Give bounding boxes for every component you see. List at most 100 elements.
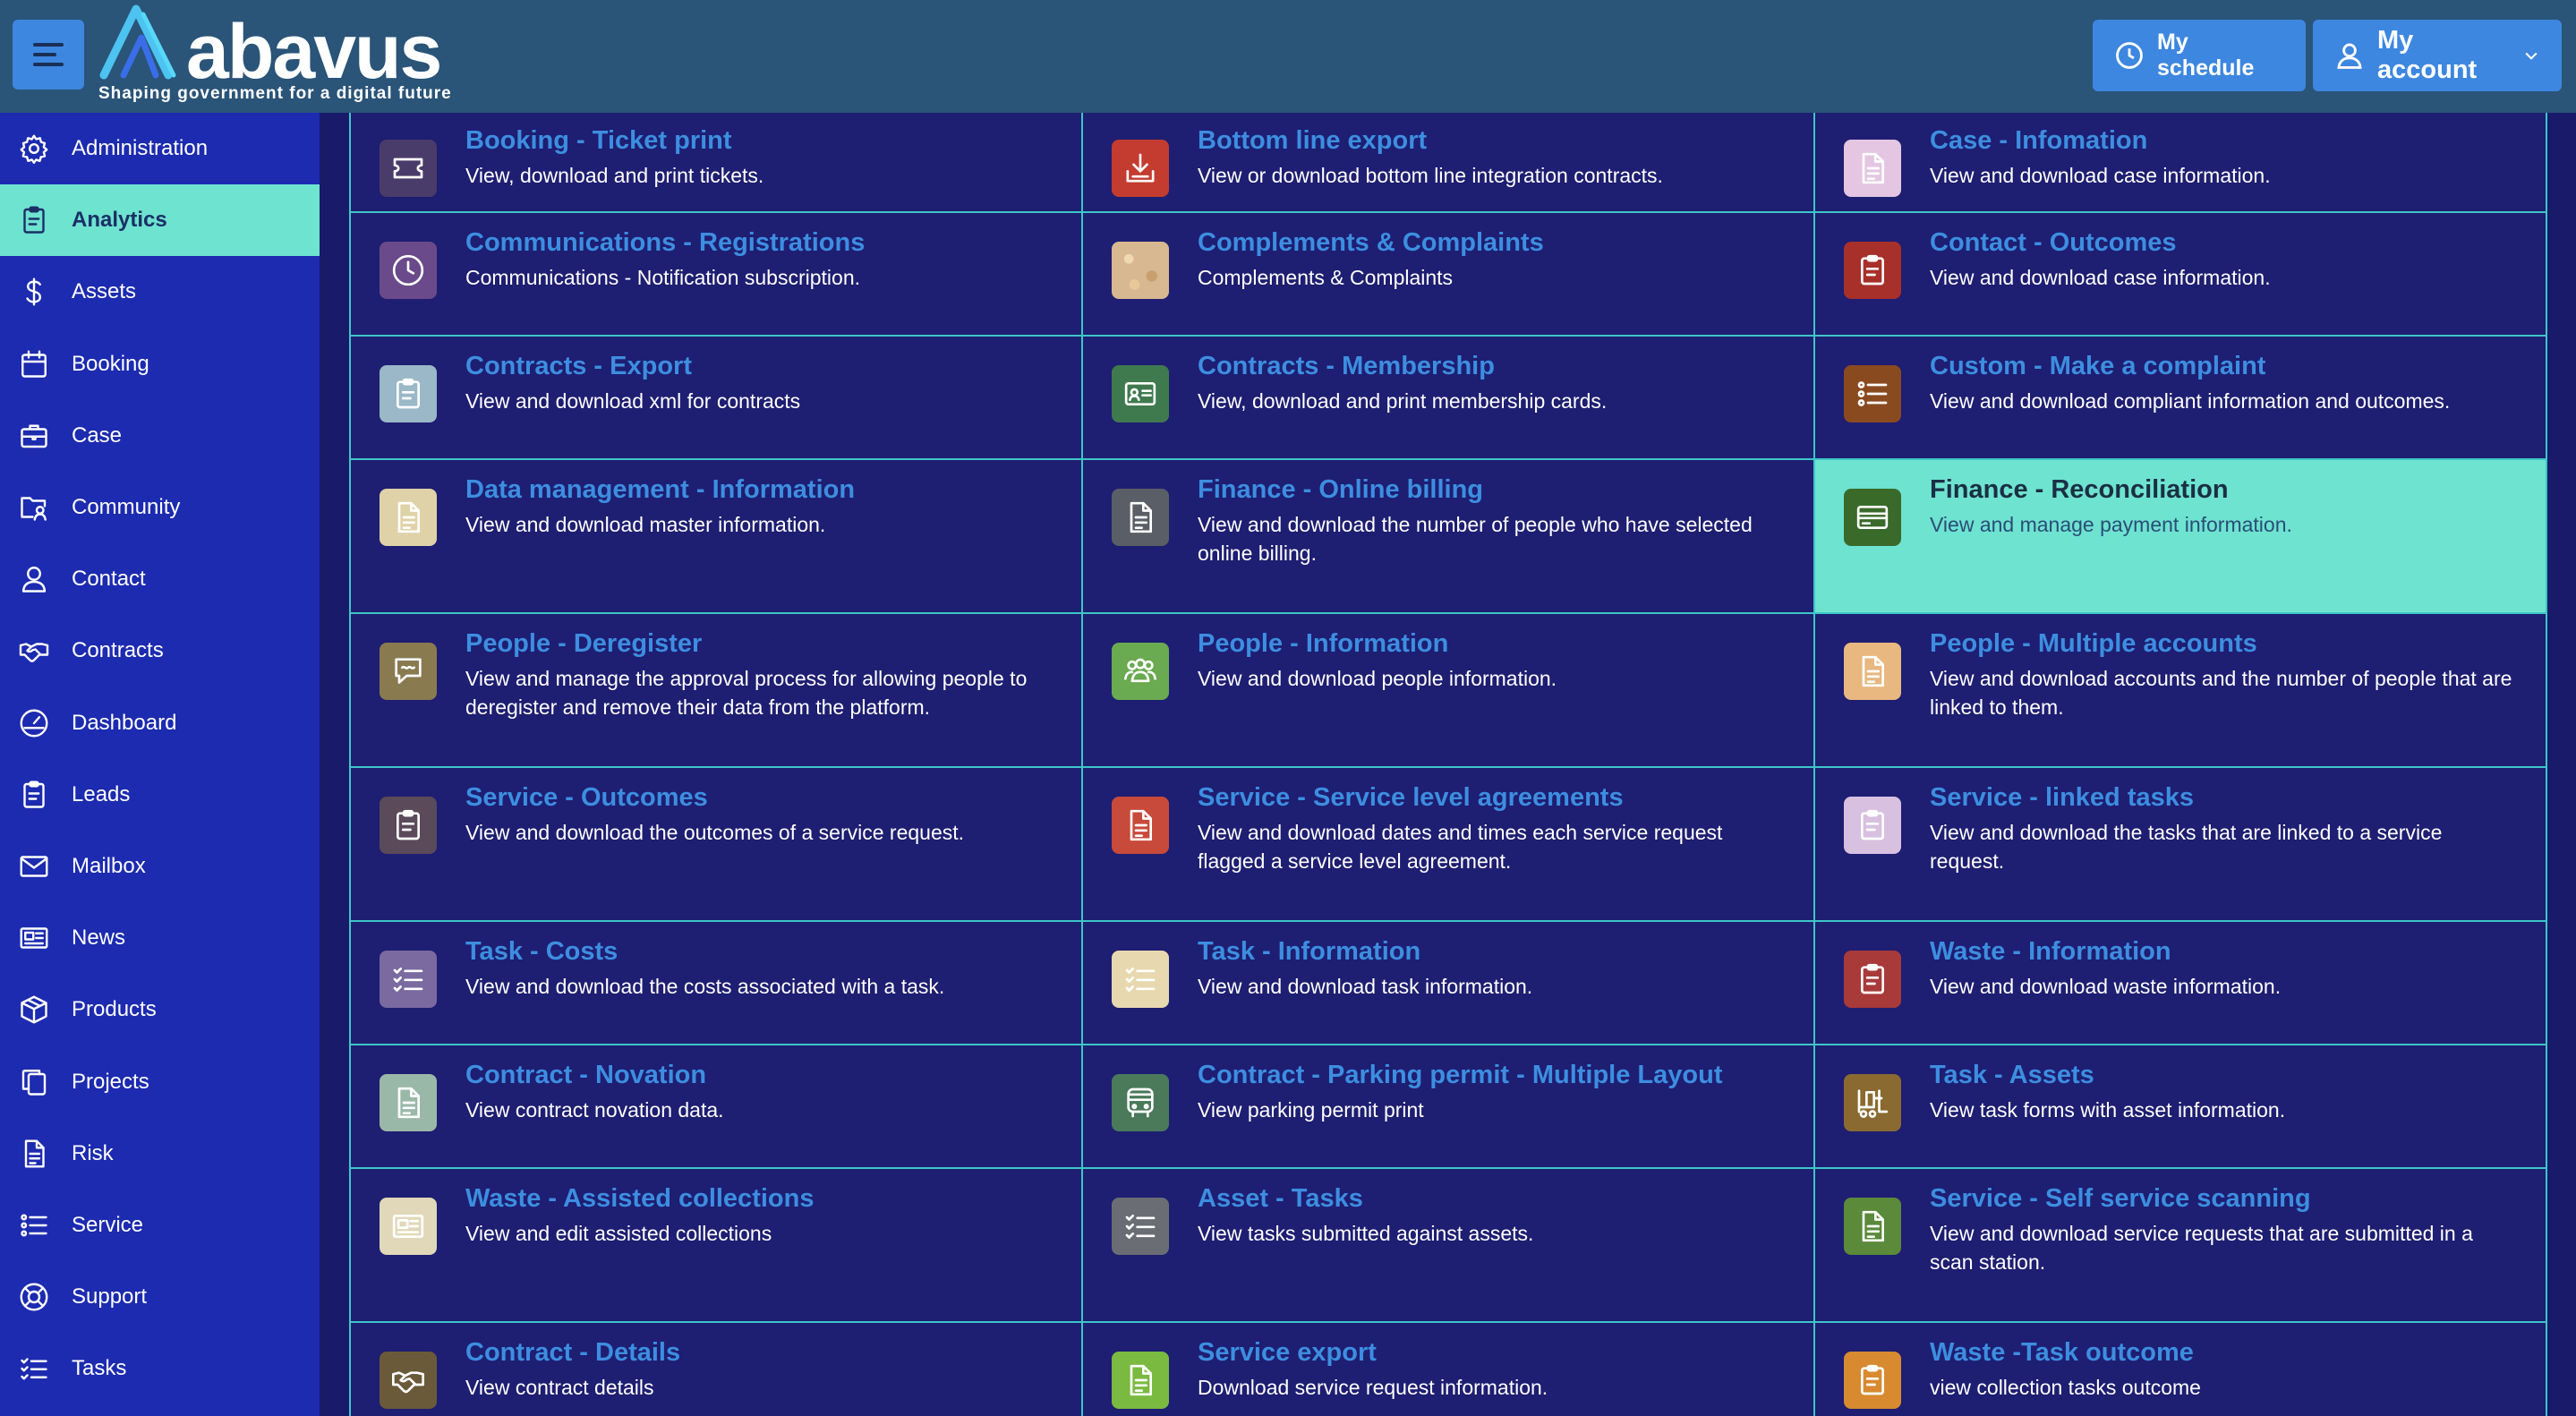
report-card-title[interactable]: Custom - Make a complaint bbox=[1930, 347, 2519, 385]
report-card-title[interactable]: Bottom line export bbox=[1198, 122, 1787, 159]
report-card-finance-online-billing[interactable]: Finance - Online billing View and downloa… bbox=[1081, 458, 1815, 614]
report-card-task-assets[interactable]: Task - Assets View task forms with asset … bbox=[1813, 1044, 2547, 1169]
report-card-complements-and-complaints[interactable]: Complements & Complaints Complements & Co… bbox=[1081, 211, 1815, 337]
report-card-title[interactable]: Finance - Reconciliation bbox=[1930, 471, 2519, 508]
report-card-title[interactable]: Data management - Information bbox=[465, 471, 1054, 508]
report-card-contracts-export[interactable]: Contracts - Export View and download xml … bbox=[349, 335, 1083, 460]
report-card-communications-registrations[interactable]: Communications - Registrations Communicat… bbox=[349, 211, 1083, 337]
clipboard-icon bbox=[380, 797, 437, 854]
report-card-description: View task forms with asset information. bbox=[1930, 1098, 2286, 1122]
report-card-title[interactable]: Task - Information bbox=[1198, 933, 1787, 970]
report-card-contact-outcomes[interactable]: Contact - Outcomes View and download case… bbox=[1813, 211, 2547, 337]
clipboard-icon bbox=[1844, 951, 1901, 1008]
menu-toggle-button[interactable] bbox=[13, 20, 84, 90]
sidebar-item-projects[interactable]: Projects bbox=[0, 1046, 320, 1118]
sidebar-item-news[interactable]: News bbox=[0, 902, 320, 974]
report-card-title[interactable]: Contracts - Export bbox=[465, 347, 1054, 385]
report-card-service-self-service-scanning[interactable]: Service - Self service scanning View and … bbox=[1813, 1167, 2547, 1323]
report-card-title[interactable]: Complements & Complaints bbox=[1198, 224, 1787, 261]
report-card-title[interactable]: Service - Service level agreements bbox=[1198, 779, 1787, 816]
report-card-title[interactable]: Task - Assets bbox=[1930, 1056, 2519, 1094]
sidebar-item-contact[interactable]: Contact bbox=[0, 543, 320, 615]
sidebar-item-assets[interactable]: Assets bbox=[0, 256, 320, 328]
sidebar-item-products[interactable]: Products bbox=[0, 974, 320, 1045]
report-card-task-information[interactable]: Task - Information View and download task… bbox=[1081, 920, 1815, 1045]
sidebar-item-dashboard[interactable]: Dashboard bbox=[0, 687, 320, 759]
sidebar-item-leads[interactable]: Leads bbox=[0, 759, 320, 831]
report-card-title[interactable]: Waste - Assisted collections bbox=[465, 1180, 1054, 1217]
report-card-title[interactable]: Service - Outcomes bbox=[465, 779, 1054, 816]
report-card-title[interactable]: Service - linked tasks bbox=[1930, 779, 2519, 816]
report-card-people-deregister[interactable]: People - Deregister View and manage the a… bbox=[349, 612, 1083, 768]
report-card-title[interactable]: Asset - Tasks bbox=[1198, 1180, 1787, 1217]
report-card-title[interactable]: Booking - Ticket print bbox=[465, 122, 1054, 159]
envelope-icon bbox=[18, 850, 50, 883]
report-card-title[interactable]: Contact - Outcomes bbox=[1930, 224, 2519, 261]
sidebar-item-label: Assets bbox=[72, 279, 137, 304]
handshake-icon bbox=[380, 1352, 437, 1409]
report-card-title[interactable]: Communications - Registrations bbox=[465, 224, 1054, 261]
report-card-data-management-information[interactable]: Data management - Information View and do… bbox=[349, 458, 1083, 614]
document-icon bbox=[1112, 797, 1169, 854]
report-card-service-service-level-agreements[interactable]: Service - Service level agreements View a… bbox=[1081, 766, 1815, 922]
report-card-bottom-line-export[interactable]: Bottom line export View or download botto… bbox=[1081, 113, 1815, 213]
report-card-title[interactable]: Waste - Information bbox=[1930, 933, 2519, 970]
report-card-title[interactable]: People - Multiple accounts bbox=[1930, 625, 2519, 662]
report-card-description: View and download people information. bbox=[1198, 667, 1557, 690]
report-card-title[interactable]: Contract - Details bbox=[465, 1334, 1054, 1371]
my-schedule-button[interactable]: My schedule bbox=[2093, 20, 2306, 91]
report-card-title[interactable]: People - Information bbox=[1198, 625, 1787, 662]
report-card-waste-assisted-collections[interactable]: Waste - Assisted collections View and edi… bbox=[349, 1167, 1083, 1323]
sidebar-item-label: Administration bbox=[72, 136, 209, 160]
report-card-contract-novation[interactable]: Contract - Novation View contract novatio… bbox=[349, 1044, 1083, 1169]
report-card-service-export[interactable]: Service export Download service request i… bbox=[1081, 1321, 1815, 1416]
report-card-finance-reconciliation[interactable]: Finance - Reconciliation View and manage … bbox=[1813, 458, 2547, 614]
report-card-title[interactable]: Contracts - Membership bbox=[1198, 347, 1787, 385]
report-card-contracts-membership[interactable]: Contracts - Membership View, download and… bbox=[1081, 335, 1815, 460]
report-card-title[interactable]: Service export bbox=[1198, 1334, 1787, 1371]
list-icon bbox=[18, 1209, 50, 1241]
sidebar-item-booking[interactable]: Booking bbox=[0, 328, 320, 400]
report-card-title[interactable]: People - Deregister bbox=[465, 625, 1054, 662]
report-card-people-information[interactable]: People - Information View and download pe… bbox=[1081, 612, 1815, 768]
report-card-title[interactable]: Service - Self service scanning bbox=[1930, 1180, 2519, 1217]
report-card-waste-information[interactable]: Waste - Information View and download was… bbox=[1813, 920, 2547, 1045]
report-card-title[interactable]: Waste -Task outcome bbox=[1930, 1334, 2519, 1371]
report-card-service-linked-tasks[interactable]: Service - linked tasks View and download … bbox=[1813, 766, 2547, 922]
report-card-custom-make-a-complaint[interactable]: Custom - Make a complaint View and downlo… bbox=[1813, 335, 2547, 460]
report-card-case-infomation[interactable]: Case - Infomation View and download case … bbox=[1813, 113, 2547, 213]
sidebar-item-contracts[interactable]: Contracts bbox=[0, 615, 320, 687]
report-card-booking-ticket-print[interactable]: Booking - Ticket print View, download and… bbox=[349, 113, 1083, 213]
report-card-task-costs[interactable]: Task - Costs View and download the costs … bbox=[349, 920, 1083, 1045]
download-icon bbox=[1112, 140, 1169, 197]
report-card-title[interactable]: Contract - Novation bbox=[465, 1056, 1054, 1094]
my-account-button[interactable]: My account bbox=[2313, 20, 2562, 91]
sidebar-item-administration[interactable]: Administration bbox=[0, 113, 320, 184]
sidebar-item-service[interactable]: Service bbox=[0, 1190, 320, 1261]
sidebar-item-analytics[interactable]: Analytics bbox=[0, 184, 320, 257]
report-card-service-outcomes[interactable]: Service - Outcomes View and download the … bbox=[349, 766, 1083, 922]
sidebar-item-label: Support bbox=[72, 1284, 148, 1309]
report-card-people-multiple-accounts[interactable]: People - Multiple accounts View and downl… bbox=[1813, 612, 2547, 768]
report-card-title[interactable]: Finance - Online billing bbox=[1198, 471, 1787, 508]
report-card-waste-task-outcome[interactable]: Waste -Task outcome view collection tasks… bbox=[1813, 1321, 2547, 1416]
report-card-description: View, download and print membership card… bbox=[1198, 389, 1608, 413]
sidebar-item-tasks[interactable]: Tasks bbox=[0, 1333, 320, 1404]
document-icon bbox=[1112, 1352, 1169, 1409]
sidebar-item-case[interactable]: Case bbox=[0, 400, 320, 472]
sidebar-item-support[interactable]: Support bbox=[0, 1261, 320, 1333]
report-card-title[interactable]: Contract - Parking permit - Multiple Lay… bbox=[1198, 1056, 1787, 1094]
sidebar-item-label: Case bbox=[72, 422, 123, 448]
sidebar-item-risk[interactable]: Risk bbox=[0, 1118, 320, 1190]
report-card-title[interactable]: Case - Infomation bbox=[1930, 122, 2519, 159]
abavus-logo[interactable]: abavus Shaping government for a digital … bbox=[97, 4, 473, 109]
report-card-description: View and download task information. bbox=[1198, 975, 1533, 998]
sidebar-item-mailbox[interactable]: Mailbox bbox=[0, 831, 320, 902]
sidebar-item-label: Service bbox=[72, 1213, 144, 1237]
report-card-title[interactable]: Task - Costs bbox=[465, 933, 1054, 970]
report-card-contract-parking-permit-multiple-layout[interactable]: Contract - Parking permit - Multiple Lay… bbox=[1081, 1044, 1815, 1169]
people-folder-icon bbox=[18, 491, 50, 524]
report-card-contract-details[interactable]: Contract - Details View contract details bbox=[349, 1321, 1083, 1416]
report-card-asset-tasks[interactable]: Asset - Tasks View tasks submitted agains… bbox=[1081, 1167, 1815, 1323]
sidebar-item-community[interactable]: Community bbox=[0, 472, 320, 543]
